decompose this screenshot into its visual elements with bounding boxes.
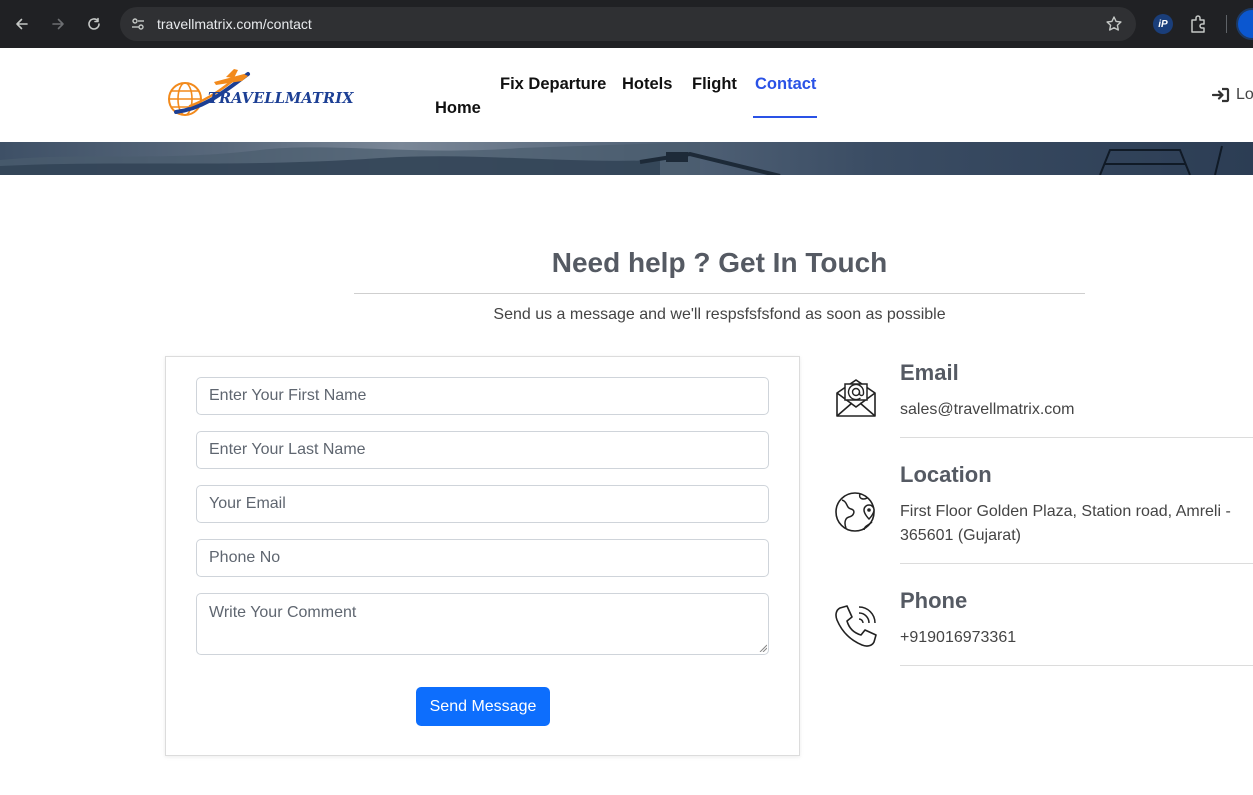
phone-title: Phone bbox=[900, 588, 968, 613]
login-link[interactable]: Lo bbox=[1212, 86, 1253, 104]
nav-flight[interactable]: Flight bbox=[692, 75, 737, 94]
profile-avatar[interactable] bbox=[1236, 8, 1253, 40]
logo-text: TRAVELLMATRIX bbox=[208, 90, 354, 107]
extensions-puzzle-icon[interactable] bbox=[1188, 13, 1210, 35]
phone-input[interactable] bbox=[196, 539, 769, 577]
ip-extension-icon[interactable]: iP bbox=[1153, 14, 1173, 34]
site-header: TRAVELLMATRIX Home Fix Departure Hotels … bbox=[0, 48, 1253, 142]
nav-home[interactable]: Home bbox=[435, 99, 481, 118]
globe-location-icon bbox=[835, 492, 875, 532]
page-subtitle: Send us a message and we'll respsfsfsfon… bbox=[493, 306, 946, 323]
back-arrow-icon[interactable] bbox=[10, 12, 34, 36]
nav-contact[interactable]: Contact bbox=[755, 75, 816, 94]
title-divider bbox=[354, 293, 1085, 294]
email-title: Email bbox=[900, 360, 959, 385]
nav-fix-departure[interactable]: Fix Departure bbox=[500, 75, 606, 94]
reload-icon[interactable] bbox=[82, 12, 106, 36]
first-name-input[interactable] bbox=[196, 377, 769, 415]
contact-form-card: Send Message bbox=[165, 356, 800, 756]
hero-banner-image bbox=[0, 142, 1253, 175]
login-label: Lo bbox=[1236, 86, 1253, 103]
email-value[interactable]: sales@travellmatrix.com bbox=[900, 398, 1245, 422]
forward-arrow-icon[interactable] bbox=[46, 12, 70, 36]
site-settings-icon[interactable] bbox=[128, 14, 148, 34]
email-envelope-icon bbox=[836, 379, 876, 417]
send-message-button[interactable]: Send Message bbox=[416, 687, 550, 726]
email-input[interactable] bbox=[196, 485, 769, 523]
page-title: Need help ? Get In Touch bbox=[551, 247, 888, 278]
phone-value[interactable]: +919016973361 bbox=[900, 626, 1245, 650]
nav-active-underline bbox=[753, 116, 817, 118]
phone-call-icon bbox=[835, 605, 877, 647]
email-divider bbox=[900, 437, 1253, 438]
location-value: First Floor Golden Plaza, Station road, … bbox=[900, 503, 1231, 544]
travellmatrix-logo[interactable]: TRAVELLMATRIX bbox=[166, 68, 366, 120]
textarea-resize-grip-icon[interactable] bbox=[759, 644, 767, 652]
last-name-input[interactable] bbox=[196, 431, 769, 469]
sign-in-icon bbox=[1212, 87, 1230, 103]
location-title: Location bbox=[900, 462, 992, 487]
banner-scenery bbox=[0, 142, 1223, 175]
nav-hotels[interactable]: Hotels bbox=[622, 75, 672, 94]
toolbar-divider bbox=[1226, 15, 1227, 33]
address-bar[interactable]: travellmatrix.com/contact bbox=[120, 7, 1136, 41]
url-text[interactable]: travellmatrix.com/contact bbox=[157, 16, 312, 32]
location-divider bbox=[900, 563, 1253, 564]
bookmark-star-icon[interactable] bbox=[1104, 14, 1124, 34]
browser-toolbar: travellmatrix.com/contact iP bbox=[0, 0, 1253, 48]
phone-divider bbox=[900, 665, 1253, 666]
comment-textarea[interactable] bbox=[196, 593, 769, 655]
